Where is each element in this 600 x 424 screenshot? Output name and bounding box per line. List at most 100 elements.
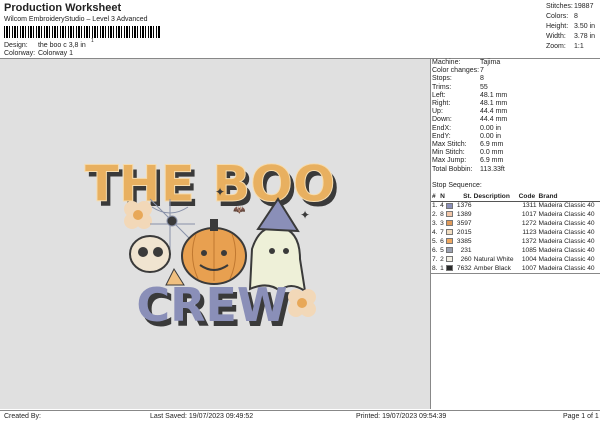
row-description — [473, 201, 518, 210]
colorway-label: Colorway: — [4, 50, 36, 57]
info-row: Color changes:7 — [432, 67, 484, 75]
color-swatch — [445, 265, 453, 272]
row-number: 5. — [432, 238, 438, 245]
info-row: Min Stitch: 0.0 mm — [432, 149, 504, 157]
row-needle: 2 — [439, 255, 455, 264]
row-description — [473, 246, 518, 255]
row-stitches: 1376 — [456, 202, 472, 210]
table-end-divider — [431, 273, 600, 274]
footer-divider — [0, 410, 600, 411]
row-number: 3. — [432, 220, 438, 227]
info-row: Max Stitch: 6.9 mm — [432, 141, 504, 149]
title-crew: CREW — [136, 278, 287, 332]
row-description: Natural White — [473, 256, 514, 263]
created-by: Created By: — [4, 413, 41, 420]
row-description — [473, 210, 518, 219]
row-code: 1004 — [521, 256, 537, 263]
info-row: EndX: 0.00 in — [432, 124, 502, 132]
row-brand: Madeira Classic 40 — [538, 202, 595, 210]
table-row: 8. 1 7632 Amber Black 1007 Madeira Classic 4… — [431, 264, 600, 273]
flower-right — [288, 289, 316, 317]
info-row: Max Jump: 6.9 mm — [432, 157, 504, 165]
stat-zoom: Zoom: 1:1 — [546, 43, 584, 50]
row-stitches: 260 — [460, 256, 472, 263]
pumpkin — [181, 219, 247, 285]
last-saved: Last Saved: 19/07/2023 09:49:52 — [150, 413, 254, 420]
row-needle: 4 — [439, 201, 455, 210]
table-row: 6. 5 231 1085 Madeira Classic 40 — [431, 246, 600, 255]
row-stitches: 2015 — [456, 229, 472, 236]
row-code: 1372 — [521, 238, 537, 245]
row-stitches: 3385 — [456, 238, 472, 245]
design-value: the boo c 3,8 in — [37, 42, 86, 49]
row-description — [473, 228, 518, 237]
table-row: 7. 2 260 Natural White 1004 Madeira Classic … — [431, 255, 600, 264]
table-header: # N St. Description Code Brand — [431, 192, 600, 202]
barcode-mark: 1 — [91, 38, 94, 44]
star-icon: ✦ — [215, 185, 225, 199]
info-row: Total Bobbin: 113.33ft — [432, 165, 505, 173]
table-row: 4. 7 2015 1123 Madeira Classic 40 — [431, 228, 600, 237]
row-needle: 3 — [439, 219, 455, 228]
color-swatch — [445, 229, 453, 236]
row-number: 1. — [432, 202, 438, 210]
row-stitches: 231 — [460, 247, 472, 254]
info-row: Down: 44.4 mm — [432, 116, 508, 124]
color-swatch — [445, 211, 453, 218]
col-description: Description — [472, 192, 518, 202]
row-description — [473, 237, 518, 246]
embroidery-artwork: THE BOO THE BOO ✦ ✦ 🦇 CREW CREW — [84, 155, 339, 338]
row-number: 2. — [432, 211, 438, 218]
row-number: 8. — [432, 265, 438, 272]
row-stitches: 1389 — [456, 211, 472, 218]
info-row: Stops: 8 — [432, 75, 484, 83]
info-row: Left: 48.1 mm — [432, 91, 508, 99]
row-number: 7. — [432, 256, 438, 263]
table-row: 2. 8 1389 1017 Madeira Classic 40 — [431, 210, 600, 219]
table-row: 5. 6 3385 1372 Madeira Classic 40 — [431, 237, 600, 246]
star-icon: ✦ — [300, 208, 310, 222]
row-stitches: 3597 — [456, 220, 472, 227]
row-needle: 6 — [439, 237, 455, 246]
stat-colors: Colors: 8 — [546, 13, 578, 20]
barcode — [4, 26, 160, 38]
title-the-boo: THE BOO — [85, 155, 336, 213]
design-label: Design: — [4, 42, 28, 49]
table-row: 1. 4 1376 1311 Madeira Classic 40 — [431, 201, 600, 210]
skull — [129, 235, 171, 273]
color-swatch — [445, 247, 453, 254]
worksheet-title: Production Worksheet — [4, 2, 122, 14]
info-row: Machine: Tajima — [432, 59, 501, 66]
info-row: Right: 48.1 mm — [432, 100, 508, 108]
table-row: 3. 3 3597 1272 Madeira Classic 40 — [431, 219, 600, 228]
row-brand: Madeira Classic 40 — [538, 247, 595, 254]
row-needle: 1 — [439, 264, 455, 273]
colorway-row: Colorway: Colorway 1 — [4, 50, 73, 57]
flower-left — [124, 201, 152, 229]
bat-icon: 🦇 — [233, 205, 246, 216]
design-preview: THE BOO THE BOO ✦ ✦ 🦇 CREW CREW — [0, 59, 430, 409]
row-code: 1311 — [522, 202, 537, 210]
row-brand: Madeira Classic 40 — [538, 238, 595, 245]
info-row: Trims: 55 — [432, 83, 488, 91]
row-stitches: 7632 — [456, 265, 472, 272]
stats-panel: Stitches:19887 Colors: 8 Height: 3.50 in W… — [546, 2, 595, 52]
stat-height: Height: 3.50 in — [546, 23, 596, 30]
col-code: Code — [517, 192, 538, 202]
colorway-value: Colorway 1 — [37, 50, 73, 57]
row-code: 1007 — [521, 265, 537, 272]
row-description: Amber Black — [473, 265, 511, 272]
row-needle: 7 — [439, 228, 455, 237]
row-code: 1017 — [521, 211, 537, 218]
machine-info: Machine: Tajima Color changes:7 Stops: 8 T… — [432, 59, 507, 174]
stop-sequence-table: # N St. Description Code Brand 1. 4 1376 1… — [431, 192, 600, 273]
color-swatch — [445, 256, 453, 263]
row-number: 6. — [432, 247, 438, 254]
row-brand: Madeira Classic 40 — [538, 229, 595, 236]
info-row: Up: 44.4 mm — [432, 108, 508, 116]
design-row: Design: the boo c 3,8 in — [4, 42, 86, 49]
row-brand: Madeira Classic 40 — [538, 256, 595, 263]
color-swatch — [445, 220, 453, 227]
row-needle: 5 — [439, 246, 455, 255]
row-brand: Madeira Classic 40 — [538, 211, 595, 218]
